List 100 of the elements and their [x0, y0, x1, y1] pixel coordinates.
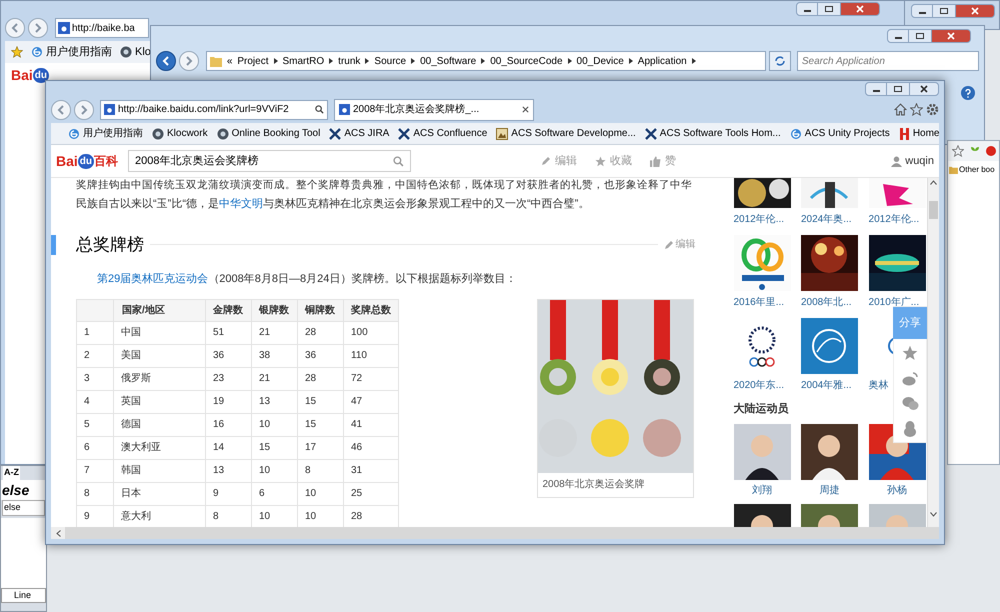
thumbnail-caption[interactable]: 2016年里...: [734, 295, 784, 310]
chevron-icon: [411, 58, 416, 64]
favorite-link[interactable]: ACS Confluence: [398, 126, 488, 141]
athlete-name[interactable]: 周捷: [820, 482, 840, 498]
table-cell: 17: [298, 436, 344, 459]
breadcrumb-item[interactable]: Application: [638, 54, 687, 68]
chevron-icon: [274, 58, 278, 64]
folder-icon: [949, 166, 958, 174]
favorite-link[interactable]: ACS Unity Projects: [790, 126, 890, 141]
breadcrumb-item[interactable]: Source: [374, 54, 406, 68]
penguin-icon[interactable]: [903, 421, 918, 437]
baike-logo[interactable]: Bai du 百科: [56, 150, 118, 172]
close-button[interactable]: [909, 82, 939, 96]
thumbnail-caption[interactable]: 2012年伦...: [868, 212, 920, 227]
minimize-button[interactable]: [865, 82, 887, 96]
close-button[interactable]: [931, 29, 971, 43]
search-icon: [393, 156, 404, 166]
favorite-link[interactable]: Online Booking Tool: [216, 126, 320, 141]
globe-icon: [216, 128, 229, 140]
favorite-link[interactable]: ACS Software Tools Hom...: [644, 126, 781, 141]
athlete-name[interactable]: 孙杨: [887, 482, 908, 498]
scrollbar-thumb[interactable]: [929, 201, 938, 219]
breadcrumb-item[interactable]: «: [226, 54, 232, 68]
thumbnail-caption[interactable]: 2004年雅...: [801, 378, 852, 393]
table-cell: 美国: [114, 344, 206, 367]
favorite-link[interactable]: Klocwork: [152, 126, 208, 141]
breadcrumb-bar[interactable]: « Project SmartRO trunk Source 00_Software 00_SourceCode 00_Device Application: [206, 51, 766, 71]
user-link[interactable]: wuqin: [891, 152, 934, 170]
forward-button[interactable]: [28, 18, 48, 38]
chat-bubbles-icon[interactable]: [902, 396, 919, 411]
chevron-icon: [568, 58, 572, 64]
breadcrumb-item[interactable]: 00_SourceCode: [490, 54, 563, 68]
article-link[interactable]: 第29届奥林匹克运动会: [97, 272, 208, 284]
address-field[interactable]: http://baike.ba: [55, 18, 149, 38]
star-icon[interactable]: [902, 345, 918, 361]
home-icon: [898, 128, 910, 140]
image-icon: [496, 128, 508, 140]
maximize-button[interactable]: [887, 82, 909, 96]
thumbnail-caption[interactable]: 2024年奥...: [801, 212, 852, 227]
close-icon: [947, 32, 955, 40]
article-link[interactable]: 中华文明: [219, 198, 263, 210]
forward-button[interactable]: [74, 100, 94, 120]
thumbnail-caption[interactable]: 2008年北...: [801, 295, 852, 310]
table-cell: 澳大利亚: [114, 436, 206, 459]
help-icon[interactable]: [961, 86, 975, 100]
breadcrumb-item[interactable]: SmartRO: [282, 54, 324, 68]
browser-tab[interactable]: 2008年北京奥运会奖牌榜_...: [334, 98, 534, 120]
paw-icon: [339, 104, 350, 115]
weibo-icon[interactable]: [902, 372, 918, 386]
breadcrumb-item[interactable]: 00_Device: [576, 54, 624, 68]
page-icon: [31, 46, 43, 58]
back-button[interactable]: [156, 51, 176, 71]
thumbnail-caption[interactable]: 2012年伦...: [734, 212, 784, 227]
chevron-icon: [481, 58, 486, 64]
folder-icon: [210, 56, 222, 66]
tab[interactable]: A-Z: [3, 466, 20, 480]
star-icon[interactable]: [910, 103, 923, 116]
favorite-link[interactable]: ACS Software Developme...: [496, 126, 636, 141]
input-field[interactable]: else: [2, 500, 45, 516]
horizontal-scrollbar[interactable]: [51, 527, 939, 539]
athlete-name[interactable]: 刘翔: [752, 482, 772, 498]
breadcrumb-item[interactable]: trunk: [338, 54, 360, 68]
favorite-link[interactable]: ACS JIRA: [329, 126, 390, 141]
search-field[interactable]: 2008年北京奥运会奖牌榜: [128, 150, 412, 172]
globe-icon: [152, 128, 164, 140]
favorite-link[interactable]: 用户使用指南: [68, 126, 143, 141]
close-icon[interactable]: [522, 106, 529, 113]
close-button[interactable]: [955, 4, 995, 18]
favorite-link[interactable]: Home: [898, 126, 940, 141]
bookmark-link[interactable]: Other boo: [949, 164, 995, 176]
breadcrumb-item[interactable]: Project: [237, 54, 268, 68]
thumbnail-caption[interactable]: 2020年东...: [734, 378, 784, 393]
table-cell: 51: [206, 321, 252, 344]
minimize-button[interactable]: [887, 29, 909, 43]
breadcrumb-item[interactable]: 00_Software: [420, 54, 476, 68]
search-field[interactable]: Search Application: [796, 51, 979, 71]
refresh-button[interactable]: [768, 51, 791, 71]
favorite-link[interactable]: 用户使用指南: [31, 44, 112, 60]
thumbnail-caption[interactable]: 奥林: [868, 378, 889, 393]
table-cell: 15: [298, 413, 344, 436]
cross-icon: [329, 128, 342, 140]
close-button[interactable]: [840, 2, 880, 16]
thumbnail-caption[interactable]: 2010年广...: [868, 295, 920, 310]
table-cell: 4: [76, 390, 114, 413]
maximize-button[interactable]: [818, 2, 840, 16]
refresh-icon: [774, 55, 786, 67]
settings-icon[interactable]: [926, 103, 939, 116]
maximize-button[interactable]: [909, 29, 931, 43]
table-cell: 31: [344, 459, 398, 482]
favorite-link[interactable]: Klo: [120, 44, 151, 60]
home-icon[interactable]: [894, 103, 907, 116]
star-icon: [952, 145, 964, 157]
minimize-button[interactable]: [911, 4, 933, 18]
vertical-scrollbar[interactable]: [927, 178, 939, 527]
table-cell: 7: [76, 459, 114, 482]
table-cell: 10: [252, 413, 298, 436]
chevron-icon: [628, 58, 633, 64]
maximize-button[interactable]: [933, 4, 955, 18]
address-field[interactable]: http://baike.baidu.com/link?url=9VViF2: [100, 100, 328, 120]
minimize-button[interactable]: [796, 2, 818, 16]
